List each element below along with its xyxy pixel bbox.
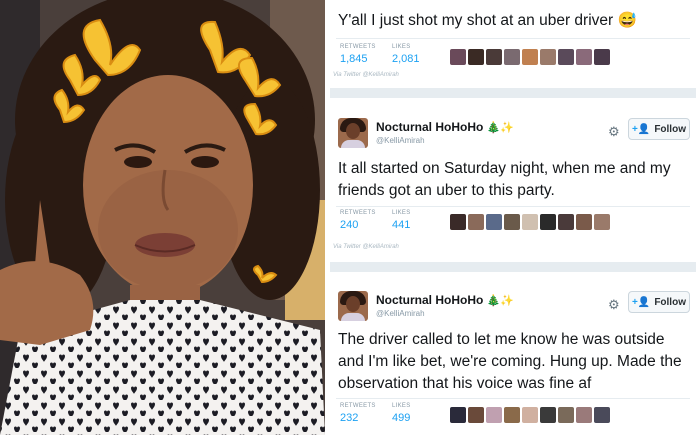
avatar[interactable] bbox=[338, 118, 368, 148]
sparkles-icon: ✨ bbox=[500, 295, 515, 307]
tweet-separator bbox=[330, 262, 696, 272]
user-handle[interactable]: @KelliAmirah bbox=[376, 136, 425, 145]
follow-button[interactable]: +👤 Follow bbox=[628, 291, 690, 313]
display-name[interactable]: Nocturnal HoHoHo 🎄✨ bbox=[376, 293, 514, 307]
liker-avatar[interactable] bbox=[468, 214, 484, 230]
retweet-count[interactable]: RETWEETS 1,845 bbox=[340, 44, 376, 65]
divider bbox=[336, 206, 690, 207]
likes-value: 499 bbox=[392, 412, 411, 424]
retweets-label: RETWEETS bbox=[340, 403, 376, 409]
liker-avatar[interactable] bbox=[558, 407, 574, 423]
likes-value: 2,081 bbox=[392, 53, 420, 65]
user-handle[interactable]: @KelliAmirah bbox=[376, 309, 425, 318]
tweet-text: It all started on Saturday night, when m… bbox=[338, 160, 671, 199]
divider bbox=[336, 398, 690, 399]
tweet-text: Y'all I just shot my shot at an uber dri… bbox=[338, 12, 637, 29]
via-caption: Via Twitter @KelliAmirah bbox=[333, 72, 399, 78]
retweets-value: 240 bbox=[340, 219, 359, 231]
follow-label: Follow bbox=[654, 296, 686, 308]
liker-avatar[interactable] bbox=[504, 214, 520, 230]
avatar-face bbox=[346, 296, 360, 312]
follow-label: Follow bbox=[654, 123, 686, 135]
tweet-thread: Y'all I just shot my shot at an uber dri… bbox=[330, 0, 696, 435]
like-count[interactable]: LIKES 2,081 bbox=[392, 44, 420, 65]
liker-avatars bbox=[450, 407, 610, 423]
liker-avatar[interactable] bbox=[594, 407, 610, 423]
liker-avatar[interactable] bbox=[486, 407, 502, 423]
likes-label: LIKES bbox=[392, 44, 411, 50]
liker-avatars bbox=[450, 214, 610, 230]
tweet-separator bbox=[330, 88, 696, 98]
liker-avatars bbox=[450, 49, 610, 65]
liker-avatar[interactable] bbox=[522, 407, 538, 423]
liker-avatar[interactable] bbox=[522, 214, 538, 230]
retweets-label: RETWEETS bbox=[340, 44, 376, 50]
liker-avatar[interactable] bbox=[450, 407, 466, 423]
christmas-tree-icon: 🎄 bbox=[486, 122, 501, 134]
via-caption: Via Twitter @KelliAmirah bbox=[333, 244, 399, 250]
retweets-value: 232 bbox=[340, 412, 359, 424]
follow-icon: +👤 bbox=[632, 296, 651, 308]
retweets-label: RETWEETS bbox=[340, 210, 376, 216]
tweet-header: Nocturnal HoHoHo 🎄✨ @KelliAmirah ⚙ +👤 Fo… bbox=[330, 114, 696, 158]
liker-avatar[interactable] bbox=[486, 214, 502, 230]
liker-avatar[interactable] bbox=[504, 407, 520, 423]
liker-avatar[interactable] bbox=[576, 214, 592, 230]
tweet-text: The driver called to let me know he was … bbox=[338, 331, 682, 392]
retweet-count[interactable]: RETWEETS 240 bbox=[340, 210, 376, 231]
sparkles-icon: ✨ bbox=[500, 122, 515, 134]
liker-avatar[interactable] bbox=[540, 49, 556, 65]
retweet-count[interactable]: RETWEETS 232 bbox=[340, 403, 376, 424]
like-count[interactable]: LIKES 441 bbox=[392, 210, 411, 231]
likes-value: 441 bbox=[392, 219, 411, 231]
tweet-header: Nocturnal HoHoHo 🎄✨ @KelliAmirah ⚙ +👤 Fo… bbox=[330, 287, 696, 331]
likes-label: LIKES bbox=[392, 210, 411, 216]
gear-icon[interactable]: ⚙ bbox=[608, 297, 620, 313]
liker-avatar[interactable] bbox=[594, 49, 610, 65]
liker-avatar[interactable] bbox=[468, 49, 484, 65]
avatar-shirt bbox=[341, 140, 365, 148]
tweet-3: Nocturnal HoHoHo 🎄✨ @KelliAmirah ⚙ +👤 Fo… bbox=[330, 287, 696, 435]
selfie-photo bbox=[0, 0, 325, 435]
avatar[interactable] bbox=[338, 291, 368, 321]
liker-avatar[interactable] bbox=[594, 214, 610, 230]
liker-avatar[interactable] bbox=[558, 49, 574, 65]
christmas-tree-icon: 🎄 bbox=[486, 295, 501, 307]
liker-avatar[interactable] bbox=[540, 214, 556, 230]
display-name-text: Nocturnal HoHoHo bbox=[376, 120, 484, 134]
retweets-value: 1,845 bbox=[340, 53, 368, 65]
likes-label: LIKES bbox=[392, 403, 411, 409]
liker-avatar[interactable] bbox=[450, 49, 466, 65]
liker-avatar[interactable] bbox=[558, 214, 574, 230]
liker-avatar[interactable] bbox=[450, 214, 466, 230]
selfie-illustration bbox=[0, 0, 325, 435]
avatar-face bbox=[346, 123, 360, 139]
display-name-text: Nocturnal HoHoHo bbox=[376, 293, 484, 307]
liker-avatar[interactable] bbox=[486, 49, 502, 65]
liker-avatar[interactable] bbox=[504, 49, 520, 65]
follow-icon: +👤 bbox=[632, 123, 651, 135]
gear-icon[interactable]: ⚙ bbox=[608, 124, 620, 140]
liker-avatar[interactable] bbox=[576, 49, 592, 65]
avatar-shirt bbox=[341, 313, 365, 321]
liker-avatar[interactable] bbox=[468, 407, 484, 423]
tweet-1: Y'all I just shot my shot at an uber dri… bbox=[330, 0, 696, 80]
liker-avatar[interactable] bbox=[540, 407, 556, 423]
liker-avatar[interactable] bbox=[522, 49, 538, 65]
divider bbox=[336, 38, 690, 39]
display-name[interactable]: Nocturnal HoHoHo 🎄✨ bbox=[376, 120, 514, 134]
follow-button[interactable]: +👤 Follow bbox=[628, 118, 690, 140]
tweet-2: Nocturnal HoHoHo 🎄✨ @KelliAmirah ⚙ +👤 Fo… bbox=[330, 114, 696, 254]
like-count[interactable]: LIKES 499 bbox=[392, 403, 411, 424]
liker-avatar[interactable] bbox=[576, 407, 592, 423]
